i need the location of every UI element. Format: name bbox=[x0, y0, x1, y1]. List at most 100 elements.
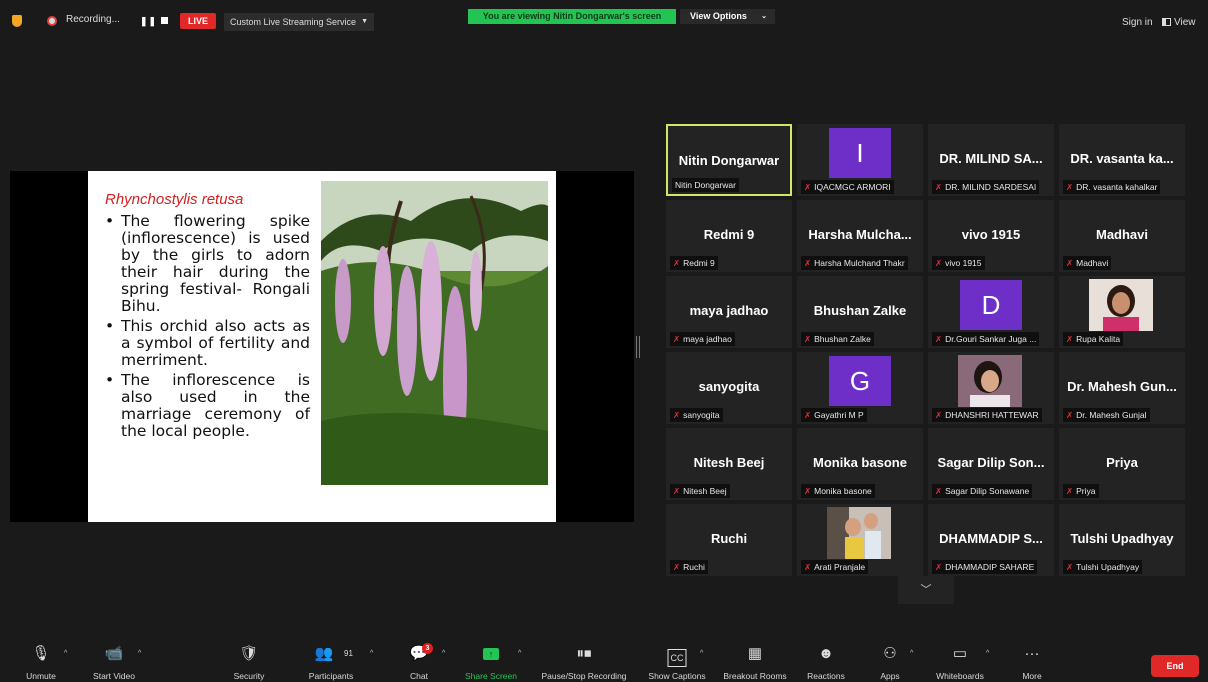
microphone-muted-icon: 🎙 bbox=[31, 645, 51, 662]
view-label: View bbox=[1174, 17, 1196, 28]
participant-tile[interactable]: Bhushan Zalke ✗ Bhushan Zalke bbox=[797, 276, 923, 348]
participant-display-name: Priya bbox=[1106, 455, 1138, 470]
microphone-muted-icon: ✗ bbox=[1066, 182, 1074, 192]
participant-name-text: DHANSHRI HATTEWAR bbox=[945, 410, 1039, 420]
chevron-up-icon[interactable]: ^ bbox=[518, 650, 521, 657]
participant-tile[interactable]: ✗ DHANSHRI HATTEWAR bbox=[928, 352, 1054, 424]
participant-tile[interactable]: Madhavi ✗ Madhavi bbox=[1059, 200, 1185, 272]
participant-tile[interactable]: Redmi 9 ✗ Redmi 9 bbox=[666, 200, 792, 272]
apps-button[interactable]: ⚇ ^ Apps bbox=[868, 640, 913, 682]
participant-name-label: ✗ Nitesh Beej bbox=[670, 484, 730, 498]
participant-tile[interactable]: vivo 1915 ✗ vivo 1915 bbox=[928, 200, 1054, 272]
participant-name-label: ✗ Redmi 9 bbox=[670, 256, 718, 270]
stream-service-select[interactable]: Custom Live Streaming Service ▼ bbox=[224, 13, 374, 31]
view-button[interactable]: View bbox=[1162, 17, 1196, 28]
unmute-button[interactable]: 🎙 ^ Unmute bbox=[18, 640, 67, 682]
gallery-next-page-button[interactable]: ﹀ bbox=[898, 576, 954, 604]
participant-tile[interactable]: maya jadhao ✗ maya jadhao bbox=[666, 276, 792, 348]
sign-in-link[interactable]: Sign in bbox=[1122, 17, 1153, 28]
participant-tile[interactable]: Tulshi Upadhyay ✗ Tulshi Upadhyay bbox=[1059, 504, 1185, 576]
participant-name-text: Rupa Kalita bbox=[1076, 334, 1121, 344]
participant-name-text: Ruchi bbox=[683, 562, 705, 572]
whiteboards-button[interactable]: ▭ ^ Whiteboards bbox=[928, 640, 992, 682]
microphone-muted-icon: ✗ bbox=[673, 486, 681, 496]
participant-name-text: DHAMMADIP SAHARE bbox=[945, 562, 1035, 572]
orchid-photo bbox=[321, 181, 548, 485]
participant-name-text: DR. MILIND SARDESAI bbox=[945, 182, 1037, 192]
view-options-button[interactable]: View Options ⌄ bbox=[680, 9, 775, 24]
chevron-up-icon[interactable]: ^ bbox=[64, 650, 67, 657]
microphone-muted-icon: ✗ bbox=[1066, 334, 1074, 344]
stop-recording-icon[interactable] bbox=[161, 17, 168, 24]
participant-tile[interactable]: Dr. Mahesh Gun... ✗ Dr. Mahesh Gunjal bbox=[1059, 352, 1185, 424]
participant-tile[interactable]: DR. MILIND SA... ✗ DR. MILIND SARDESAI bbox=[928, 124, 1054, 196]
participant-tile[interactable]: DHAMMADIP S... ✗ DHAMMADIP SAHARE bbox=[928, 504, 1054, 576]
participant-tile[interactable]: Sagar Dilip Son... ✗ Sagar Dilip Sonawane bbox=[928, 428, 1054, 500]
participant-tile[interactable]: Priya ✗ Priya bbox=[1059, 428, 1185, 500]
participant-tile[interactable]: sanyogita ✗ sanyogita bbox=[666, 352, 792, 424]
share-screen-button[interactable]: ↑ ^ Share Screen bbox=[460, 640, 522, 682]
participants-button[interactable]: 👥 91 ^ Participants bbox=[302, 640, 374, 682]
pause-stop-recording-button[interactable]: ⏸⏹ Pause/Stop Recording bbox=[536, 640, 632, 682]
participant-tile[interactable]: D ✗ Dr.Gouri Sankar Juga ... bbox=[928, 276, 1054, 348]
chevron-up-icon[interactable]: ^ bbox=[986, 650, 989, 657]
unmute-label: Unmute bbox=[26, 671, 56, 681]
more-button[interactable]: ··· More bbox=[1014, 640, 1050, 682]
microphone-muted-icon: ✗ bbox=[935, 486, 943, 496]
participant-tile[interactable]: Harsha Mulcha... ✗ Harsha Mulchand Thakr bbox=[797, 200, 923, 272]
video-off-icon: 📹 bbox=[104, 645, 124, 662]
view-layout-icon bbox=[1162, 18, 1171, 26]
microphone-muted-icon: ✗ bbox=[935, 258, 943, 268]
slide-bullet: This orchid also acts as a symbol of fer… bbox=[105, 318, 310, 369]
show-captions-button[interactable]: CC ^ Show Captions bbox=[644, 640, 710, 682]
microphone-muted-icon: ✗ bbox=[804, 562, 812, 572]
chevron-up-icon[interactable]: ^ bbox=[700, 650, 703, 657]
participant-tile[interactable]: G ✗ Gayathri M P bbox=[797, 352, 923, 424]
microphone-muted-icon: ✗ bbox=[673, 410, 681, 420]
participant-name-label: Nitin Dongarwar bbox=[672, 178, 739, 192]
split-divider-handle[interactable] bbox=[636, 336, 640, 358]
slide-bullet: The inflorescence is also used in the ma… bbox=[105, 372, 310, 440]
slide-title: Rhynchostylis retusa bbox=[105, 191, 244, 208]
participant-display-name: Nitin Dongarwar bbox=[678, 153, 780, 168]
start-video-button[interactable]: 📹 ^ Start Video bbox=[86, 640, 142, 682]
participant-display-name: DR. vasanta ka... bbox=[1070, 151, 1174, 166]
avatar-initial: I bbox=[829, 128, 891, 178]
participant-tile[interactable]: ✗ Rupa Kalita bbox=[1059, 276, 1185, 348]
participant-tile[interactable]: Nitesh Beej ✗ Nitesh Beej bbox=[666, 428, 792, 500]
participant-tile[interactable]: ✗ Arati Pranjale bbox=[797, 504, 923, 576]
participant-tile[interactable]: DR. vasanta ka... ✗ DR. vasanta kahalkar bbox=[1059, 124, 1185, 196]
chevron-up-icon[interactable]: ^ bbox=[370, 650, 373, 657]
microphone-muted-icon: ✗ bbox=[1066, 410, 1074, 420]
start-video-label: Start Video bbox=[93, 671, 135, 681]
security-label: Security bbox=[233, 671, 265, 681]
participant-name-label: ✗ Ruchi bbox=[670, 560, 708, 574]
security-button[interactable]: 🛡 Security bbox=[226, 640, 272, 682]
participant-display-name: sanyogita bbox=[698, 379, 760, 394]
participant-tile[interactable]: Monika basone ✗ Monika basone bbox=[797, 428, 923, 500]
chat-button[interactable]: 💬 3 ^ Chat bbox=[402, 640, 445, 682]
show-captions-label: Show Captions bbox=[648, 671, 706, 681]
participant-name-label: ✗ vivo 1915 bbox=[932, 256, 985, 270]
participant-tile[interactable]: Nitin Dongarwar Nitin Dongarwar bbox=[666, 124, 792, 196]
end-meeting-button[interactable]: End bbox=[1151, 655, 1199, 677]
pause-recording-icon[interactable]: ❚❚ bbox=[140, 16, 157, 27]
breakout-rooms-icon: ▦ bbox=[747, 645, 763, 662]
participant-tile[interactable]: I ✗ IQACMGC ARMORI bbox=[797, 124, 923, 196]
security-shield-icon[interactable] bbox=[12, 15, 22, 27]
breakout-rooms-button[interactable]: ▦ Breakout Rooms bbox=[718, 640, 792, 682]
top-bar: Recording... ❚❚ LIVE Custom Live Streami… bbox=[0, 0, 1208, 40]
microphone-muted-icon: ✗ bbox=[673, 562, 681, 572]
chevron-up-icon[interactable]: ^ bbox=[910, 650, 913, 657]
reactions-button[interactable]: ☻ Reactions bbox=[802, 640, 850, 682]
participant-name-text: Priya bbox=[1076, 486, 1096, 496]
participant-tile[interactable]: Ruchi ✗ Ruchi bbox=[666, 504, 792, 576]
chevron-up-icon[interactable]: ^ bbox=[138, 650, 141, 657]
participant-display-name: Monika basone bbox=[813, 455, 907, 470]
participant-name-label: ✗ sanyogita bbox=[670, 408, 723, 422]
participant-name-text: Dr.Gouri Sankar Juga ... bbox=[945, 334, 1037, 344]
slide-bullets: The flowering spike (inflorescence) is u… bbox=[105, 213, 310, 443]
recording-icon bbox=[47, 16, 57, 26]
viewing-banner: You are viewing Nitin Dongarwar's screen bbox=[468, 9, 676, 24]
chevron-up-icon[interactable]: ^ bbox=[442, 650, 445, 657]
